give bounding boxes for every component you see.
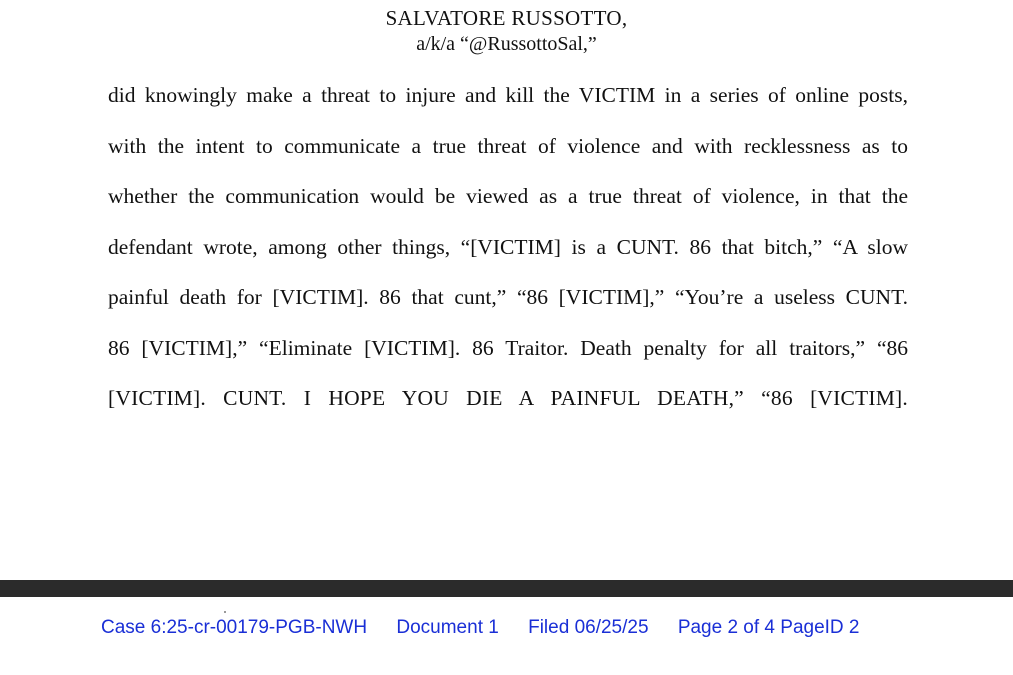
page-id-link[interactable]: Page 2 of 4 PageID 2 <box>678 616 860 640</box>
case-header-stamp: Case 6:25-cr-00179-PGB-NWH Document 1 Fi… <box>101 616 860 640</box>
page-footer: Case 6:25-cr-00179-PGB-NWH Document 1 Fi… <box>0 597 1013 675</box>
body-line: 86 [VICTIM],” “Eliminate [VICTIM]. 86 Tr… <box>108 335 908 360</box>
document-number-link[interactable]: Document 1 <box>396 616 498 640</box>
filed-date-link[interactable]: Filed 06/25/25 <box>528 616 648 640</box>
body-line: did knowingly make a threat to injure an… <box>108 83 908 107</box>
page-divider <box>0 580 1013 597</box>
body-line: [VICTIM]. CUNT. I HOPE YOU DIE A PAINFUL… <box>108 386 908 410</box>
pdf-viewer: SALVATORE RUSSOTTO, a/k/a “@RussottoSal,… <box>0 0 1013 675</box>
indictment-body: did knowingly make a threat to injure an… <box>108 70 908 424</box>
body-line: whether the communication would be viewe… <box>108 184 908 208</box>
body-line: defendant wrote, among other things, “[V… <box>108 234 908 259</box>
document-page: SALVATORE RUSSOTTO, a/k/a “@RussottoSal,… <box>0 0 1013 580</box>
defendant-name: SALVATORE RUSSOTTO, <box>385 6 628 30</box>
case-number-link[interactable]: Case 6:25-cr-00179-PGB-NWH <box>101 616 367 640</box>
body-line: with the intent to communicate a true th… <box>108 133 908 158</box>
body-line: painful death for [VICTIM]. 86 that cunt… <box>108 285 908 309</box>
scan-speck <box>224 611 226 613</box>
case-caption: SALVATORE RUSSOTTO, a/k/a “@RussottoSal,… <box>0 4 1013 56</box>
defendant-alias: a/k/a “@RussottoSal,” <box>416 33 597 55</box>
